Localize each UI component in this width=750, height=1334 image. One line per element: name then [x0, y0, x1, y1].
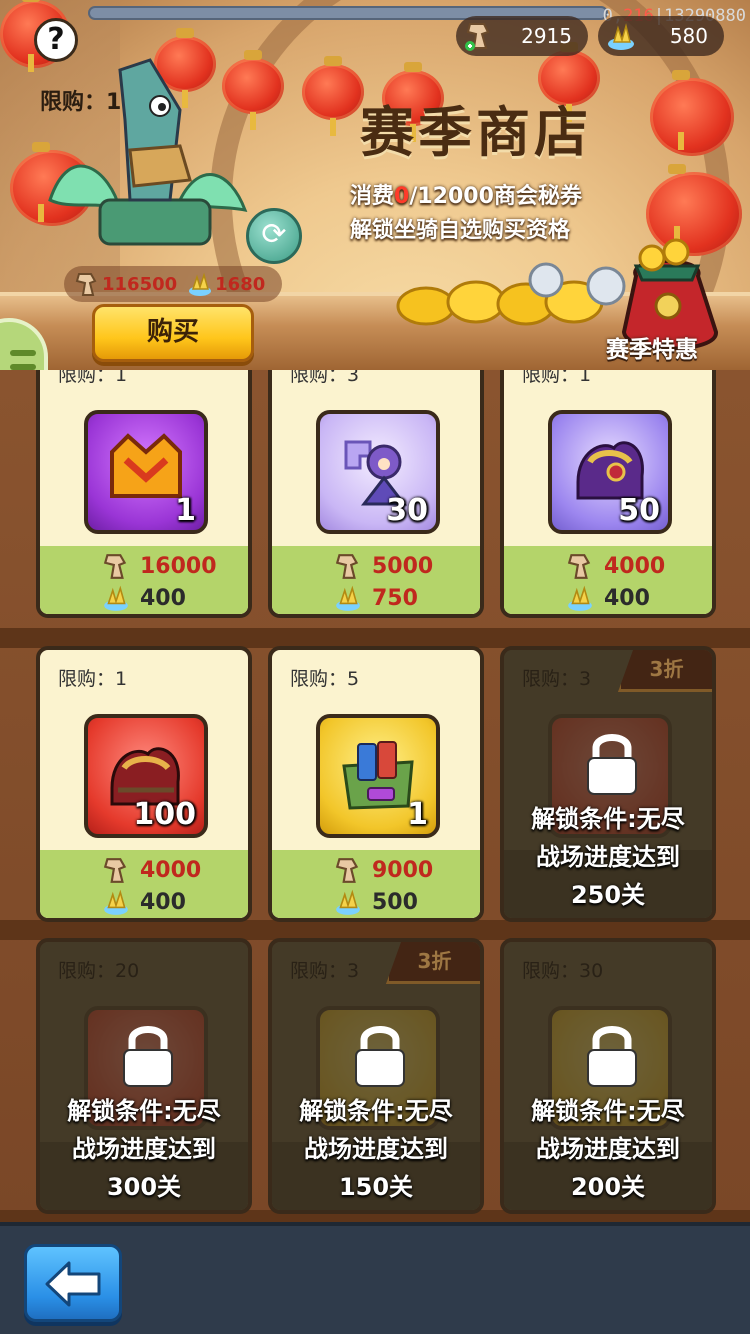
- lock-icon: [587, 734, 637, 795]
- back-arrow-icon: [45, 1261, 101, 1307]
- gold-ingots-decor: [396, 262, 626, 326]
- crystal-currency-icon: [568, 585, 592, 611]
- unlock-condition: 解锁条件:无尽 战场进度达到 150关: [299, 1097, 453, 1201]
- currency-tickets: 2915: [456, 16, 588, 56]
- menu-icon: [10, 350, 36, 356]
- item-icon-box: 1: [84, 410, 208, 534]
- featured-limit: 限购：1: [40, 90, 122, 115]
- crystal-currency-icon: [104, 889, 128, 915]
- shop-grid: 限购：1 1 16000 400 限购：3 30 5000 750 限购：1 5…: [0, 370, 750, 1222]
- shop-item-card[interactable]: 限购：1 50 4000 400: [500, 370, 716, 618]
- crystal-currency-icon: [608, 23, 634, 50]
- item-icon-box: 100: [84, 714, 208, 838]
- ticket-currency-icon: [567, 554, 591, 579]
- unlock-condition: 解锁条件:无尽 战场进度达到 300关: [67, 1097, 221, 1201]
- shop-header: 0,216|13290880 ? 2915 580 赛季商店 消费0/12000…: [0, 0, 750, 370]
- shop-item-card-locked[interactable]: 限购：20 解锁条件:无尽 战场进度达到 300关: [36, 938, 252, 1214]
- shop-item-card-locked[interactable]: 限购：3 3折 解锁条件:无尽 战场进度达到 150关: [268, 938, 484, 1214]
- item-icon-box: 50: [548, 410, 672, 534]
- tickets-count: 2915: [521, 24, 572, 48]
- shop-item-card[interactable]: 限购：1 1 16000 400: [36, 370, 252, 618]
- bottom-bar: [0, 1222, 750, 1334]
- featured-mount-image: [48, 58, 248, 246]
- page-title: 赛季商店: [360, 101, 592, 164]
- featured-price: 116500 1680: [64, 266, 282, 302]
- back-button[interactable]: [24, 1244, 122, 1322]
- crystal-currency-icon: [189, 272, 212, 296]
- ticket-currency-icon: [103, 858, 127, 883]
- crystals-count: 580: [669, 24, 708, 48]
- unlock-condition: 解锁条件:无尽 战场进度达到 250关: [531, 805, 685, 909]
- shop-item-card[interactable]: 限购：3 30 5000 750: [268, 370, 484, 618]
- lantern-icon: [302, 56, 364, 136]
- lock-icon: [587, 1026, 637, 1087]
- lock-icon: [355, 1026, 405, 1087]
- crystal-currency-icon: [104, 585, 128, 611]
- unlock-condition: 解锁条件:无尽 战场进度达到 200关: [531, 1097, 685, 1201]
- ticket-currency-icon: [335, 554, 359, 579]
- lock-icon: [123, 1026, 173, 1087]
- shop-item-card[interactable]: 限购：5 1 9000 500: [268, 646, 484, 922]
- lantern-icon: [650, 70, 734, 156]
- price-tickets: 4000: [566, 552, 665, 580]
- price-tickets: 9000: [334, 856, 433, 884]
- price-crystals: 400: [102, 888, 186, 916]
- unlock-requirement: 消费0/12000商会秘券 解锁坐骑自选购买资格: [350, 184, 582, 243]
- shop-item-card-locked[interactable]: 限购：3 3折 解锁条件:无尽 战场进度达到 250关: [500, 646, 716, 922]
- price-crystals: 750: [334, 584, 418, 612]
- ticket-currency-icon: [465, 23, 490, 51]
- price-tickets: 16000: [102, 552, 217, 580]
- crystal-currency-icon: [336, 889, 360, 915]
- buy-button[interactable]: 购买: [92, 304, 254, 362]
- shop-item-card[interactable]: 限购：1 100 4000 400: [36, 646, 252, 922]
- price-crystals: 400: [566, 584, 650, 612]
- currency-crystals: 580: [598, 16, 724, 56]
- price-tickets: 5000: [334, 552, 433, 580]
- item-icon-box: 30: [316, 410, 440, 534]
- crystal-currency-icon: [336, 585, 360, 611]
- price-tickets: 4000: [102, 856, 201, 884]
- price-crystals: 500: [334, 888, 418, 916]
- ticket-currency-icon: [103, 554, 127, 579]
- ticket-currency-icon: [75, 273, 97, 296]
- item-icon-box: 1: [316, 714, 440, 838]
- season-deal-label[interactable]: 赛季特惠: [606, 330, 698, 364]
- shop-item-card-locked[interactable]: 限购：30 解锁条件:无尽 战场进度达到 200关: [500, 938, 716, 1214]
- price-crystals: 400: [102, 584, 186, 612]
- refresh-button[interactable]: ⟳: [246, 208, 302, 264]
- ticket-currency-icon: [335, 858, 359, 883]
